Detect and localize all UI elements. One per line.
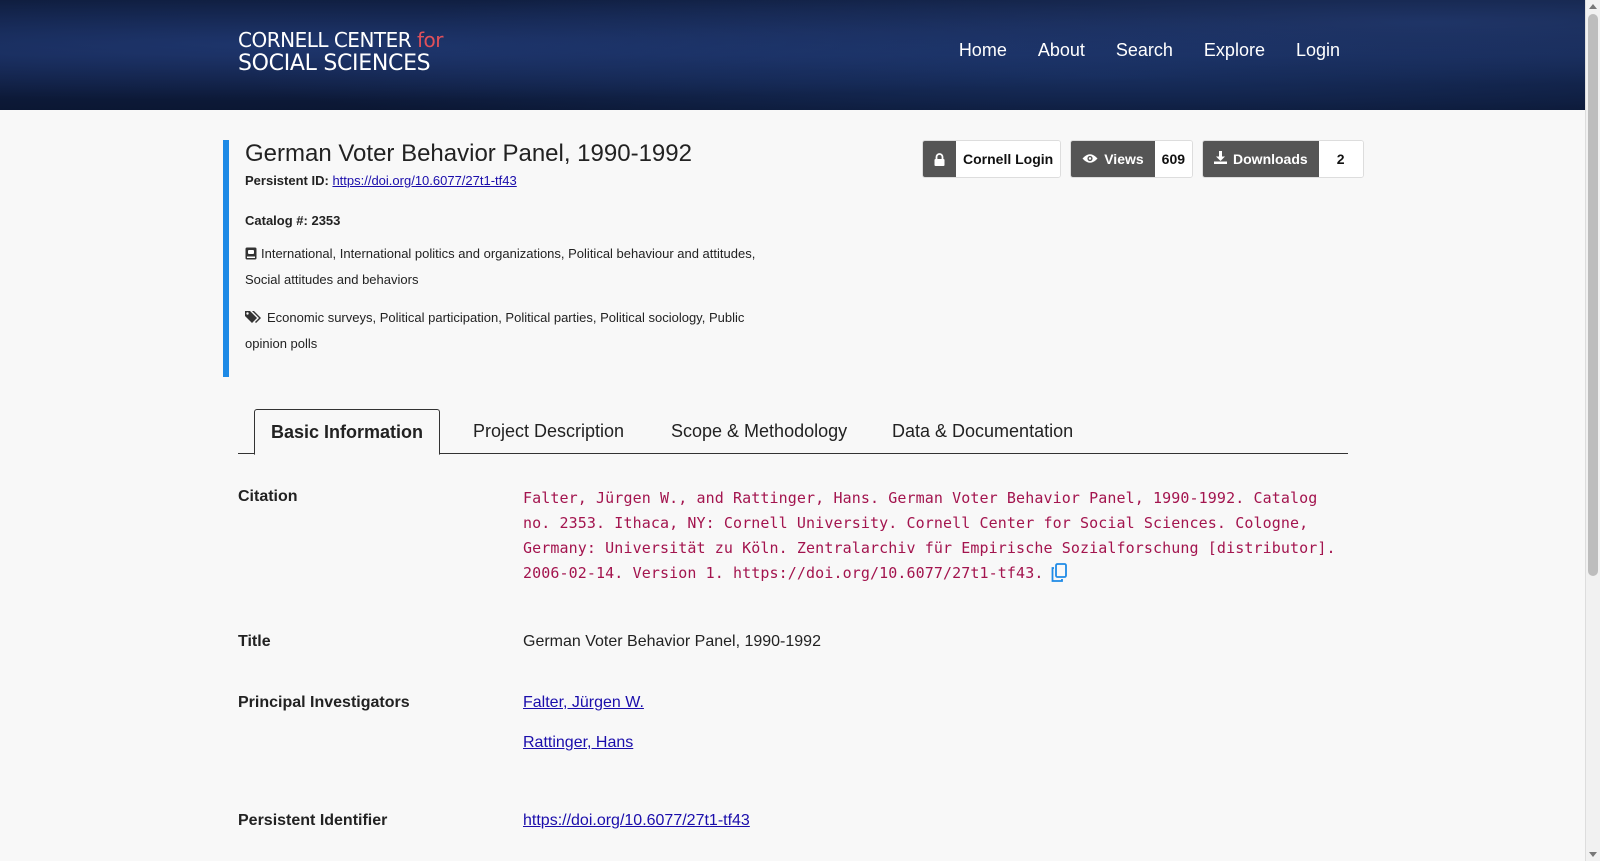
stats-bar: Cornell Login Views 609 Downloads 2 (922, 140, 1373, 178)
citation-label: Citation (238, 488, 298, 505)
persistent-id-link[interactable]: https://doi.org/10.6077/27t1-tf43 (332, 173, 516, 188)
site-logo[interactable]: CORNELL CENTER for SOCIAL SCIENCES (238, 28, 444, 76)
book-icon (245, 244, 257, 268)
nav-login[interactable]: Login (1296, 40, 1340, 61)
principal-investigators-label: Principal Investigators (238, 694, 410, 711)
scroll-thumb[interactable] (1588, 14, 1598, 576)
keywords-row: Economic surveys, Political participatio… (245, 306, 765, 356)
tab-basic-information[interactable]: Basic Information (254, 409, 441, 455)
views-label: Views (1104, 151, 1144, 167)
topics-row: International, International politics an… (245, 242, 765, 292)
tab-data-documentation[interactable]: Data & Documentation (876, 409, 1089, 454)
main-nav: Home About Search Explore Login (928, 40, 1340, 61)
page-title: German Voter Behavior Panel, 1990-1992 (245, 140, 692, 167)
site-header: CORNELL CENTER for SOCIAL SCIENCES Home … (0, 0, 1585, 110)
nav-about[interactable]: About (1038, 40, 1085, 61)
keywords-text: Economic surveys, Political participatio… (245, 310, 745, 351)
persistent-id-row: Persistent ID: https://doi.org/10.6077/2… (245, 173, 783, 188)
investigator-link-rattinger[interactable]: Rattinger, Hans (523, 734, 633, 752)
catalog-label: Catalog #: (245, 213, 308, 228)
lock-icon (923, 141, 956, 177)
persistent-identifier-label: Persistent Identifier (238, 812, 388, 829)
downloads-count: 2 (1318, 141, 1364, 177)
views-count: 609 (1154, 141, 1193, 177)
tab-bar: Basic Information Project Description Sc… (238, 409, 1348, 455)
logo-for: for (417, 28, 444, 52)
tags-icon (245, 308, 263, 332)
cornell-login-label: Cornell Login (956, 141, 1061, 177)
tab-scope-methodology[interactable]: Scope & Methodology (655, 409, 863, 454)
catalog-number: 2353 (311, 213, 341, 228)
downloads-label: Downloads (1233, 151, 1308, 167)
persistent-identifier-link[interactable]: https://doi.org/10.6077/27t1-tf43 (523, 812, 750, 830)
investigator-link-falter[interactable]: Falter, Jürgen W. (523, 694, 644, 712)
nav-home[interactable]: Home (959, 40, 1007, 61)
cornell-login-button[interactable]: Cornell Login (922, 140, 1062, 178)
download-icon (1214, 151, 1228, 167)
downloads-button[interactable]: Downloads 2 (1202, 140, 1365, 178)
title-value: German Voter Behavior Panel, 1990-1992 (523, 633, 821, 650)
catalog-row: Catalog #: 2353 (245, 213, 783, 228)
citation-text: Falter, Jürgen W., and Rattinger, Hans. … (523, 489, 1336, 582)
scroll-down-arrow-icon[interactable] (1589, 852, 1597, 857)
topics-text: International, International politics an… (245, 246, 756, 287)
views-button[interactable]: Views 609 (1070, 140, 1194, 178)
scroll-up-arrow-icon[interactable] (1589, 4, 1597, 9)
study-summary: German Voter Behavior Panel, 1990-1992 P… (223, 140, 783, 377)
logo-line2: SOCIAL SCIENCES (238, 51, 431, 76)
nav-search[interactable]: Search (1116, 40, 1173, 61)
title-label: Title (238, 633, 271, 650)
tab-project-description[interactable]: Project Description (457, 409, 640, 454)
logo-line1: CORNELL CENTER (238, 28, 412, 52)
copy-icon[interactable] (1051, 563, 1068, 590)
nav-explore[interactable]: Explore (1204, 40, 1265, 61)
page-scrollbar[interactable] (1585, 0, 1600, 861)
persistent-id-label: Persistent ID: (245, 173, 329, 188)
citation-block: Falter, Jürgen W., and Rattinger, Hans. … (523, 486, 1343, 590)
eye-icon (1082, 151, 1098, 167)
